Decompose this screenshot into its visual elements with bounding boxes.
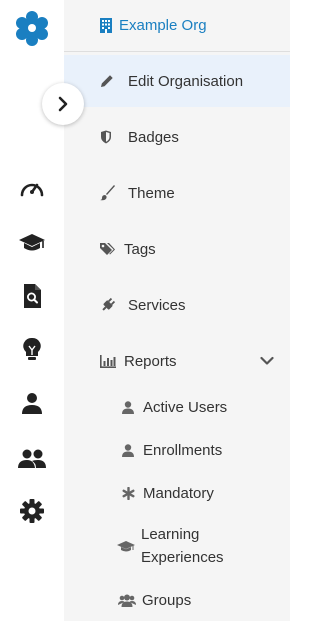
menu-item-label: Tags bbox=[124, 240, 156, 258]
report-item-mandatory[interactable]: Mandatory bbox=[64, 481, 290, 505]
org-name: Example Org bbox=[119, 17, 207, 34]
lightbulb-icon[interactable] bbox=[18, 336, 46, 364]
menu-item-tags[interactable]: Tags bbox=[64, 223, 290, 275]
report-item-groups[interactable]: Groups bbox=[64, 588, 290, 612]
menu-item-label: Services bbox=[128, 296, 186, 314]
report-item-label: Mandatory bbox=[143, 484, 214, 502]
report-item-label: Groups bbox=[142, 591, 192, 609]
menu-item-label: Reports bbox=[124, 352, 177, 370]
graduation-cap-icon bbox=[116, 540, 136, 553]
report-item-label: Learning Experiences bbox=[141, 526, 224, 566]
report-item-label: Active Users bbox=[143, 398, 228, 416]
asterisk-icon bbox=[120, 486, 136, 500]
graduation-cap-icon[interactable] bbox=[18, 229, 46, 257]
shield-icon bbox=[100, 130, 118, 144]
report-item-enrollments[interactable]: Enrollments bbox=[64, 438, 290, 462]
settings-menu-panel: Example Org Edit Organisation Badges The… bbox=[64, 0, 290, 621]
chevron-right-icon bbox=[56, 96, 70, 112]
gear-icon[interactable] bbox=[18, 497, 46, 525]
report-item-active-users[interactable]: Active Users bbox=[64, 395, 290, 419]
people-icon[interactable] bbox=[18, 445, 46, 473]
users-icon bbox=[118, 594, 136, 607]
user-icon bbox=[120, 443, 136, 457]
plug-icon bbox=[100, 297, 118, 313]
menu-item-badges[interactable]: Badges bbox=[64, 111, 290, 163]
paintbrush-icon bbox=[100, 185, 118, 201]
menu-item-label: Badges bbox=[128, 128, 179, 146]
menu-item-edit-organisation[interactable]: Edit Organisation bbox=[64, 55, 290, 107]
expand-sidebar-button[interactable] bbox=[42, 83, 84, 125]
app-root: Example Org Edit Organisation Badges The… bbox=[0, 0, 290, 621]
report-item-learning-experiences[interactable]: Learning Experiences bbox=[64, 522, 290, 570]
speedometer-icon[interactable] bbox=[18, 174, 46, 202]
menu-item-label: Theme bbox=[128, 184, 175, 202]
file-search-icon[interactable] bbox=[18, 282, 46, 310]
menu-item-label: Edit Organisation bbox=[128, 72, 244, 90]
building-icon bbox=[100, 18, 112, 33]
user-icon bbox=[120, 400, 136, 414]
tags-icon bbox=[100, 242, 118, 256]
pencil-icon bbox=[100, 74, 118, 88]
menu-item-theme[interactable]: Theme bbox=[64, 167, 290, 219]
menu-item-services[interactable]: Services bbox=[64, 279, 290, 331]
logo-icon[interactable] bbox=[14, 10, 50, 46]
report-item-label: Enrollments bbox=[143, 441, 223, 459]
org-link[interactable]: Example Org bbox=[64, 0, 290, 52]
chevron-down-icon[interactable] bbox=[260, 356, 274, 366]
menu-item-reports[interactable]: Reports bbox=[64, 335, 290, 387]
bar-chart-icon bbox=[100, 354, 118, 368]
person-icon[interactable] bbox=[18, 390, 46, 418]
